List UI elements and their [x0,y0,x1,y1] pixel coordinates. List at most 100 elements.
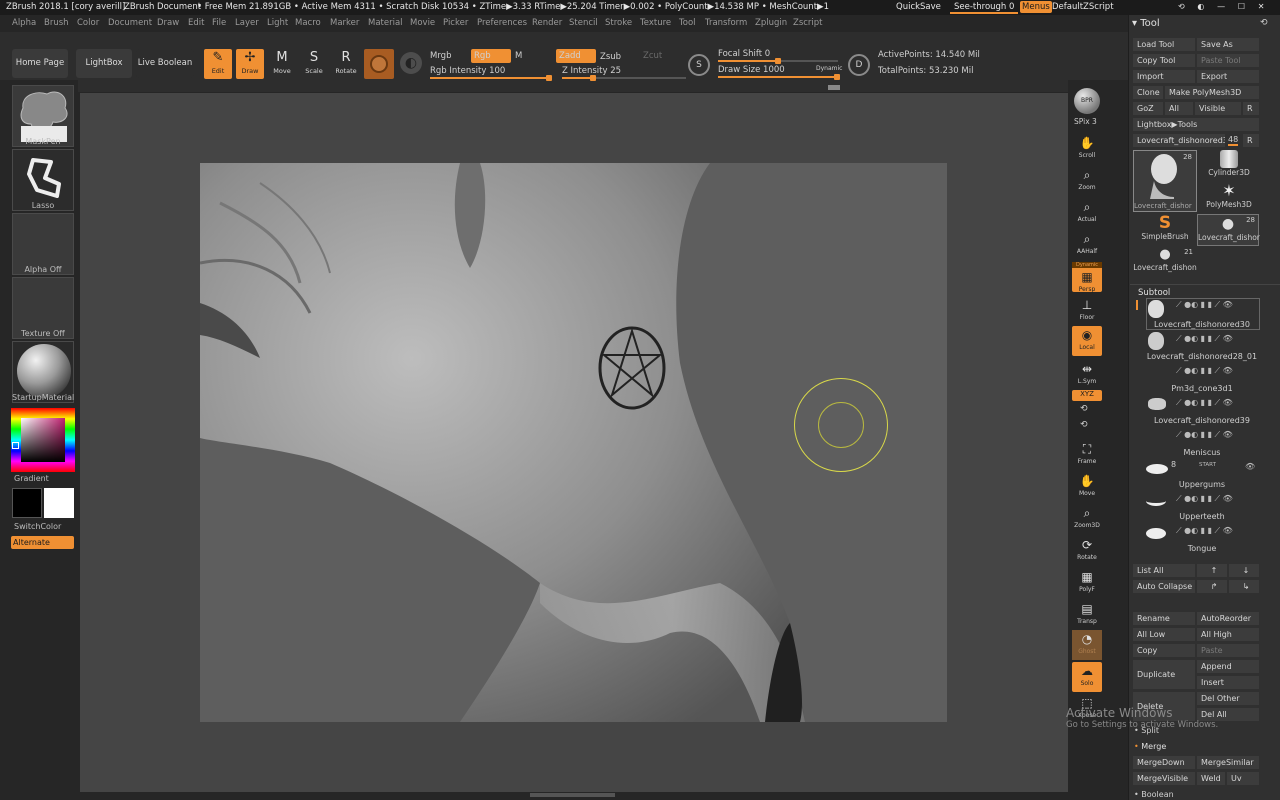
del-other-button[interactable]: Del Other [1197,692,1259,705]
rotate-mode-button[interactable]: R Rotate [332,49,360,79]
copy-subtool-button[interactable]: Copy [1133,644,1195,657]
edit-mode-button[interactable]: ✎ Edit [204,49,232,79]
z-intensity-slider[interactable] [562,75,686,81]
menu-zplugin[interactable]: Zplugin [755,18,787,28]
duplicate-button[interactable]: Duplicate [1133,660,1195,689]
color-picker[interactable] [11,408,75,472]
lazy-mouse-icon[interactable]: S [688,54,710,76]
tool-thumb-simplebrush[interactable]: S SimpleBrush [1133,214,1197,246]
menu-draw[interactable]: Draw [157,18,179,28]
subtool-controls-3[interactable]: ⟋ ●◐ ▮ ▮ ⟋ 👁 [1176,398,1233,408]
move-down-arrow-icon[interactable]: ↓ [1229,564,1259,577]
copy-tool-button[interactable]: Copy Tool [1133,54,1195,67]
mergesimilar-button[interactable]: MergeSimilar [1197,756,1259,769]
move-view-button[interactable]: ✋ Move [1072,472,1102,502]
material-swatch-button[interactable] [364,49,394,79]
menu-macro[interactable]: Macro [295,18,321,28]
z-rotate-icon[interactable]: ⟲ [1080,420,1088,430]
toolbar-scroll-handle[interactable] [828,85,840,90]
menu-transform[interactable]: Transform [705,18,747,28]
menu-stroke[interactable]: Stroke [605,18,632,28]
menu-material[interactable]: Material [368,18,403,28]
export-button[interactable]: Export [1197,70,1259,83]
paste-subtool-button[interactable]: Paste [1197,644,1259,657]
floor-button[interactable]: ⊥ Floor [1072,296,1102,326]
tool-thumb-lovecraft-3[interactable]: ● 21 Lovecraft_dishon [1133,246,1197,276]
scale-mode-button[interactable]: S Scale [300,49,328,79]
menu-render[interactable]: Render [532,18,562,28]
subtool-controls-1[interactable]: ⟋ ●◐ ▮ ▮ ⟋ 👁 [1176,334,1233,344]
merge-section[interactable]: • Merge [1134,742,1166,751]
default-zscript-button[interactable]: DefaultZScript [1052,2,1114,12]
menu-brush[interactable]: Brush [44,18,69,28]
current-tool-slider[interactable]: Lovecraft_dishonored30. [1133,134,1225,147]
bottom-shelf-handle[interactable] [530,793,615,797]
zoom-button[interactable]: ⌕ Zoom [1072,166,1102,196]
subtool-controls-0[interactable]: ⟋ ●◐ ▮ ▮ ⟋ 👁 [1176,300,1233,310]
gradient-label[interactable]: Gradient [14,474,49,483]
lightbox-tools-button[interactable]: Lightbox▶Tools [1133,118,1259,131]
menu-tool[interactable]: Tool [679,18,696,28]
draw-mode-button[interactable]: ✢ Draw [236,49,264,79]
focal-shift-slider[interactable] [718,58,838,64]
all-high-button[interactable]: All High [1197,628,1259,641]
zadd-button[interactable]: Zadd [556,49,596,63]
rgb-button[interactable]: Rgb [471,49,511,63]
clone-button[interactable]: Clone [1133,86,1163,99]
spotlight-icon[interactable]: ◐ [400,52,422,74]
lsym-button[interactable]: ⇹ L.Sym [1072,360,1102,390]
move-to-bottom-icon[interactable]: ↳ [1229,580,1259,593]
auto-collapse-button[interactable]: Auto Collapse [1133,580,1195,593]
menu-preferences[interactable]: Preferences [477,18,527,28]
move-up-arrow-icon[interactable]: ↑ [1197,564,1227,577]
zsub-button[interactable]: Zsub [600,52,621,62]
see-through-slider[interactable]: See-through 0 [950,2,1019,14]
save-as-button[interactable]: Save As [1197,38,1259,51]
subtool-controls-2[interactable]: ⟋ ●◐ ▮ ▮ ⟋ 👁 [1176,366,1233,376]
tool-thumb-lovecraft-1[interactable]: 28 Lovecraft_dishor [1133,150,1197,212]
autoreorder-button[interactable]: AutoReorder [1197,612,1259,625]
home-page-button[interactable]: Home Page [12,49,68,78]
menu-edit[interactable]: Edit [188,18,204,28]
live-boolean-button[interactable]: Live Boolean [136,49,194,78]
boolean-section[interactable]: • Boolean [1134,790,1174,799]
menu-light[interactable]: Light [267,18,288,28]
spix-label[interactable]: SPix 3 [1074,117,1097,126]
append-button[interactable]: Append [1197,660,1259,673]
mergedown-button[interactable]: MergeDown [1133,756,1195,769]
move-to-top-icon[interactable]: ↱ [1197,580,1227,593]
move-mode-button[interactable]: M Move [268,49,296,79]
persp-button[interactable]: Dynamic ▦ Persp [1072,262,1102,293]
goz-r-button[interactable]: R [1243,102,1259,115]
rotate-view-button[interactable]: ⟳ Rotate [1072,536,1102,566]
menu-stencil[interactable]: Stencil [569,18,598,28]
ghost-button[interactable]: ◔ Ghost [1072,630,1102,660]
menu-texture[interactable]: Texture [640,18,671,28]
tool-thumb-polymesh3d[interactable]: ✶ PolyMesh3D [1199,182,1259,214]
goz-all-button[interactable]: All [1165,102,1193,115]
m-button[interactable]: M [515,51,522,61]
menu-color[interactable]: Color [77,18,99,28]
uv-toggle[interactable]: Uv [1227,772,1259,785]
local-button[interactable]: ◉ Local [1072,326,1102,356]
frame-button[interactable]: ⛶ Frame [1072,440,1102,470]
menu-file[interactable]: File [212,18,226,28]
primary-color-swatch[interactable] [44,488,74,518]
make-polymesh3d-button[interactable]: Make PolyMesh3D [1165,86,1259,99]
lightbox-button[interactable]: LightBox [76,49,132,78]
menu-picker[interactable]: Picker [443,18,468,28]
menu-zscript[interactable]: Zscript [793,18,823,28]
subtool-section-title[interactable]: Subtool [1138,288,1170,298]
transp-button[interactable]: ▤ Transp [1072,600,1102,630]
color-square[interactable] [21,418,65,462]
palette-refresh-icon[interactable]: ⟲ [1260,18,1268,28]
rename-button[interactable]: Rename [1133,612,1195,625]
weld-toggle[interactable]: Weld [1197,772,1225,785]
menus-toggle[interactable]: Menus [1020,1,1052,13]
subtool-controls-7[interactable]: ⟋ ●◐ ▮ ▮ ⟋ 👁 [1176,526,1233,536]
goz-visible-button[interactable]: Visible [1195,102,1241,115]
aahalf-button[interactable]: ⌕ AAHalf [1072,230,1102,260]
actual-button[interactable]: ⌕ Actual [1072,198,1102,228]
all-low-button[interactable]: All Low [1133,628,1195,641]
switch-color-button[interactable]: SwitchColor [14,522,61,531]
